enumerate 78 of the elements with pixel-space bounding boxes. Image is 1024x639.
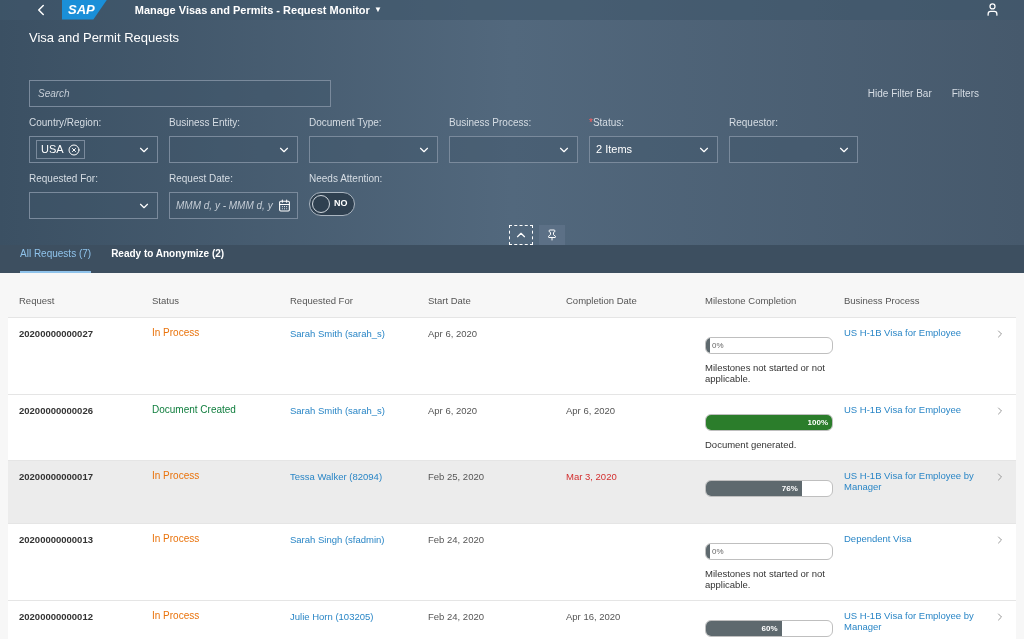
- person-link[interactable]: Sarah Singh (sfadmin): [290, 533, 428, 548]
- column-header: Request: [19, 293, 56, 308]
- sap-logo: SAP: [62, 0, 107, 20]
- table-row[interactable]: 20200000000017 In Process Tessa Walker (82094) Feb 25, 2020 Mar 3, 2020 76% US H-1B Visa for Employee by Manager: [8, 461, 1016, 524]
- user-icon[interactable]: [985, 2, 1000, 18]
- process-link[interactable]: Dependent Visa: [844, 533, 994, 544]
- person-link[interactable]: Julie Horn (103205): [290, 610, 428, 625]
- start-date: Apr 6, 2020: [428, 404, 479, 418]
- request-id: 20200000000017: [19, 470, 94, 484]
- milestone-note: Milestones not started or not applicable.: [705, 568, 826, 590]
- dropdown-field[interactable]: [449, 136, 578, 163]
- filter-label: *Status:: [589, 116, 626, 130]
- completion-date: Apr 6, 2020: [566, 404, 617, 418]
- filter-label: Country/Region:: [29, 116, 103, 130]
- dropdown-field[interactable]: [309, 136, 438, 163]
- remove-icon[interactable]: [67, 143, 80, 156]
- status-text: In Process: [152, 533, 200, 544]
- search-field[interactable]: Search: [29, 80, 331, 107]
- column-header: Status: [152, 293, 180, 308]
- toggle-switch[interactable]: NO: [309, 192, 355, 216]
- start-date: Feb 24, 2020: [428, 533, 485, 547]
- status-text: Document Created: [152, 404, 236, 415]
- column-header: Requested For: [290, 293, 354, 308]
- filter-label: Business Process:: [449, 116, 533, 130]
- filter-label: Request Date:: [169, 172, 234, 186]
- person-link[interactable]: Sarah Smith (sarah_s): [290, 327, 428, 342]
- filter-label: Requestor:: [729, 116, 779, 130]
- date-placeholder: MMM d, y - MMM d, y: [176, 199, 273, 213]
- start-date: Apr 6, 2020: [428, 327, 479, 341]
- date-range-field[interactable]: MMM d, y - MMM d, y: [169, 192, 298, 219]
- status-text: In Process: [152, 610, 200, 621]
- progress-fill: 60%: [706, 621, 782, 636]
- milestone-note: Document generated.: [705, 439, 798, 450]
- filter-label: Requested For:: [29, 172, 99, 186]
- milestone-note: Milestones not started or not applicable.: [705, 362, 826, 384]
- request-id: 20200000000026: [19, 404, 94, 418]
- tab[interactable]: All Requests (7): [20, 246, 92, 273]
- completion-date: Mar 3, 2020: [566, 470, 618, 484]
- app-title[interactable]: Manage Visas and Permits - Request Monitor ▼: [134, 1, 382, 18]
- field-value: 2 Items: [596, 142, 633, 158]
- dropdown-field[interactable]: [729, 136, 858, 163]
- column-header: Completion Date: [566, 293, 638, 308]
- calendar-icon[interactable]: [278, 199, 291, 212]
- column-header: Business Process: [844, 293, 921, 308]
- token[interactable]: USA: [36, 140, 85, 159]
- dropdown-field[interactable]: USA: [29, 136, 158, 163]
- column-header: Milestone Completion: [705, 293, 798, 308]
- pin-button[interactable]: [539, 225, 565, 245]
- process-link[interactable]: US H-1B Visa for Employee by Manager: [844, 610, 994, 632]
- filter-bar-link[interactable]: Hide Filter Bar: [867, 86, 932, 101]
- start-date: Feb 24, 2020: [428, 610, 485, 624]
- filter-label: Needs Attention:: [309, 172, 384, 186]
- status-text: In Process: [152, 327, 200, 338]
- status-text: In Process: [152, 470, 200, 481]
- page-title: Visa and Permit Requests: [29, 28, 181, 47]
- dropdown-field[interactable]: 2 Items: [589, 136, 718, 163]
- person-link[interactable]: Tessa Walker (82094): [290, 470, 428, 485]
- completion-date: Apr 16, 2020: [566, 610, 622, 624]
- process-link[interactable]: US H-1B Visa for Employee: [844, 404, 994, 415]
- person-link[interactable]: Sarah Smith (sarah_s): [290, 404, 428, 419]
- filter-label: Business Entity:: [169, 116, 242, 130]
- request-id: 20200000000012: [19, 610, 94, 624]
- tab[interactable]: Ready to Anonymize (2): [111, 246, 225, 273]
- progress-bar: 0%: [705, 543, 833, 560]
- start-date: Feb 25, 2020: [428, 470, 485, 484]
- process-link[interactable]: US H-1B Visa for Employee by Manager: [844, 470, 994, 492]
- process-link[interactable]: US H-1B Visa for Employee: [844, 327, 994, 338]
- request-id: 20200000000027: [19, 327, 94, 341]
- dropdown-field[interactable]: [169, 136, 298, 163]
- dropdown-field[interactable]: [29, 192, 158, 219]
- progress-fill: 100%: [706, 415, 832, 430]
- progress-bar: 0%: [705, 337, 833, 354]
- request-id: 20200000000013: [19, 533, 94, 547]
- progress-fill: 76%: [706, 481, 802, 496]
- pin-icon: [546, 229, 558, 241]
- column-header: Start Date: [428, 293, 472, 308]
- filter-bar-link[interactable]: Filters: [951, 86, 979, 101]
- filter-label: Document Type:: [309, 116, 383, 130]
